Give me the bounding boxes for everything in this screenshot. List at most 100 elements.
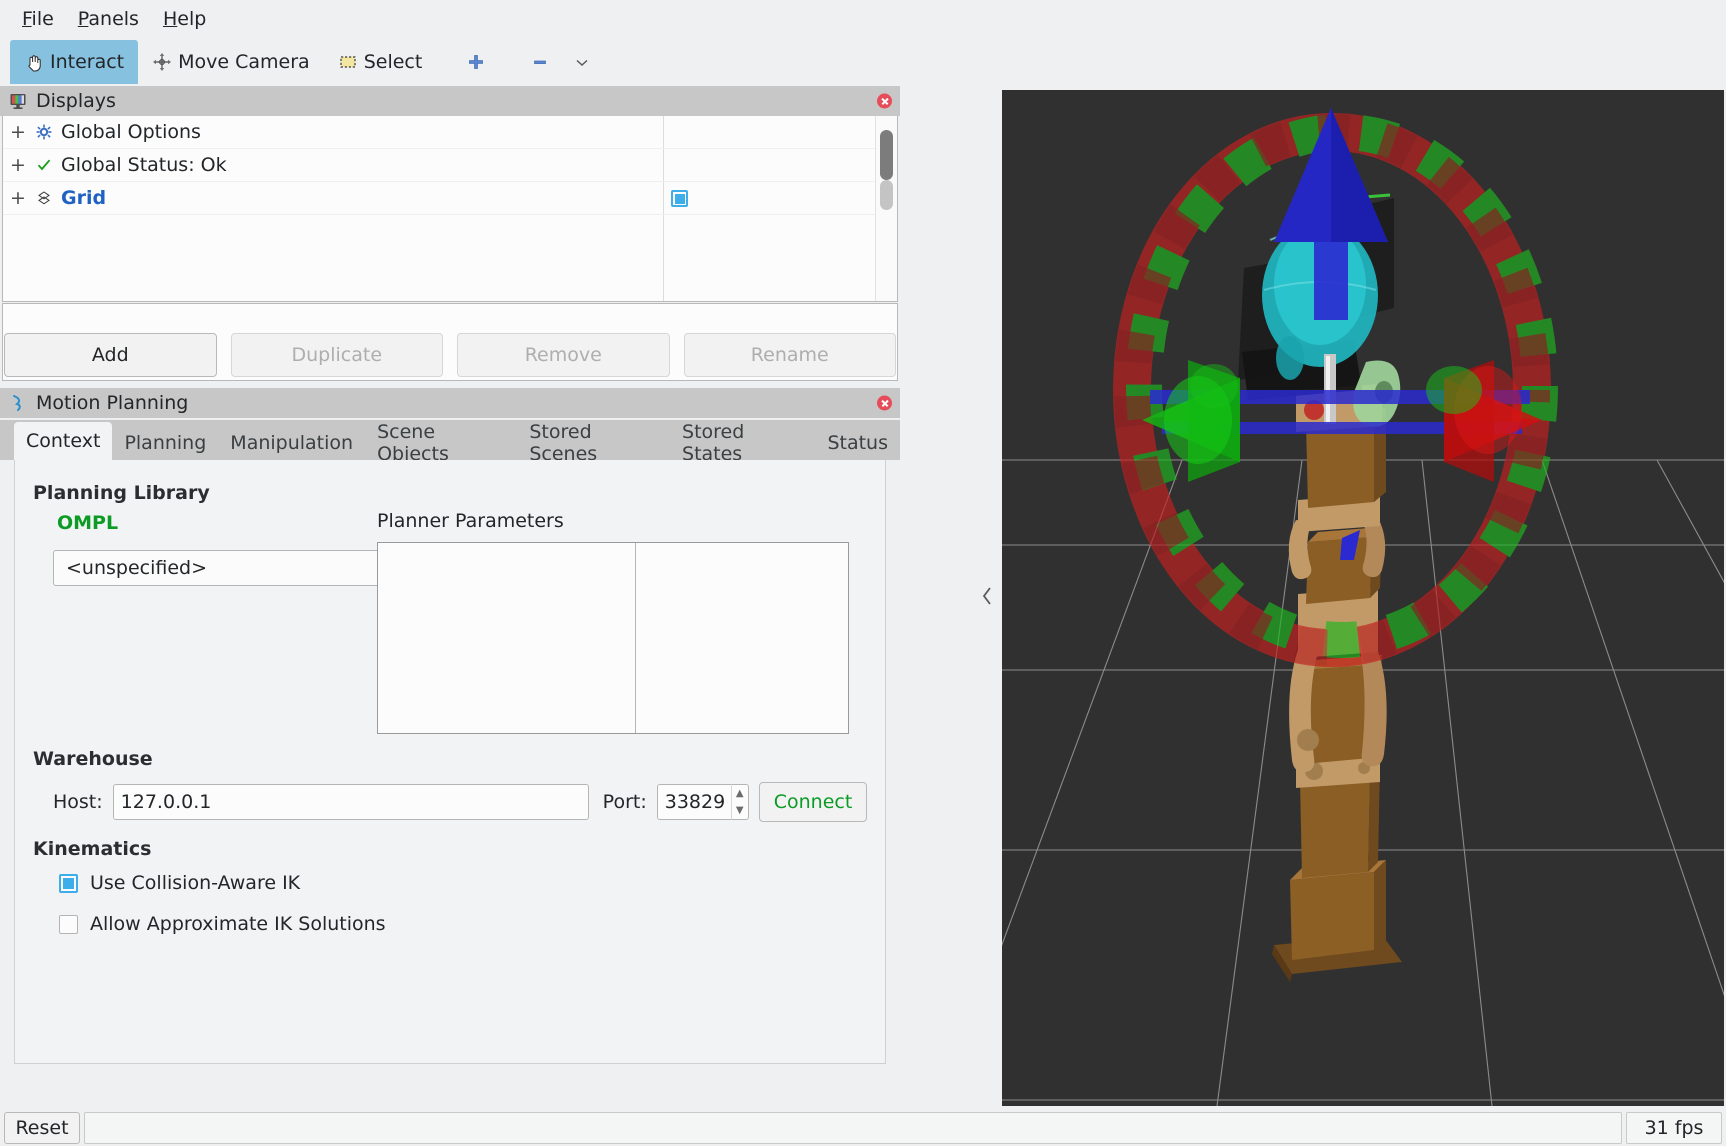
displays-tree-rows: + Global Options + Global Status: Ok + G… [3,116,875,301]
select-tool-button[interactable]: Select [324,40,437,84]
select-rectangle-icon [338,52,358,72]
menu-file-label: ile [31,7,54,30]
3d-viewport[interactable] [1002,90,1724,1106]
ompl-label: OMPL [57,512,119,534]
fps-indicator: 31 fps [1626,1112,1722,1144]
menu-help[interactable]: Help [151,6,218,33]
menu-help-label: elp [177,7,207,30]
grid-icon [33,190,55,206]
remove-tool-button[interactable] [516,40,564,84]
status-bar: Reset 31 fps [0,1110,1726,1146]
minus-icon [530,52,550,72]
tree-row-label: Global Status: Ok [61,154,227,176]
planner-select[interactable]: <unspecified> [53,550,405,586]
close-icon[interactable] [877,395,892,411]
kinematics-label: Kinematics [33,838,152,860]
host-input[interactable] [112,784,589,820]
planning-library-label: Planning Library [33,482,210,504]
tree-row-label: Grid [61,187,107,209]
remove-display-button[interactable]: Remove [457,333,670,377]
port-stepper[interactable]: ▲ ▼ [656,784,749,820]
allow-approximate-ik-label: Allow Approximate IK Solutions [90,913,386,935]
expander-toggle[interactable]: + [3,187,33,209]
warehouse-label: Warehouse [33,748,153,770]
tree-row[interactable]: + Grid [3,182,875,215]
expander-toggle[interactable]: + [3,121,33,143]
select-tool-label: Select [363,51,423,73]
motion-planning-panel: Motion Planning Context Planning Manipul… [0,388,900,1064]
move-camera-tool-label: Move Camera [178,51,310,73]
use-collision-aware-ik-checkbox[interactable] [59,873,78,893]
scrollbar-track-lower[interactable] [880,180,893,210]
motion-planning-tabbar: Context Planning Manipulation Scene Obje… [0,420,900,465]
tab-stored-states[interactable]: Stored States [670,421,816,465]
collapse-left-panel-handle[interactable] [972,90,1002,1106]
displays-tree-scrollbar[interactable] [875,116,897,301]
spin-down-icon[interactable]: ▼ [732,802,748,819]
check-icon [33,157,55,173]
host-label: Host: [53,791,103,813]
tree-row[interactable]: + Global Options [3,116,875,149]
planner-parameters-label: Planner Parameters [377,510,564,532]
monitor-icon [8,91,28,111]
spin-up-icon[interactable]: ▲ [732,785,748,802]
tree-row-label: Global Options [61,121,201,143]
status-message [84,1112,1622,1144]
planner-parameters-name-column [378,543,636,733]
gear-icon [33,124,55,140]
use-collision-aware-ik-label: Use Collision-Aware IK [90,872,301,894]
use-collision-aware-ik-row[interactable]: Use Collision-Aware IK [59,872,300,894]
moveit-icon [8,393,28,413]
planner-parameters-value-column [636,543,848,733]
move-camera-tool-button[interactable]: Move Camera [138,40,324,84]
tool-bar: Interact Move Camera Select [0,38,1726,86]
grid-enabled-checkbox[interactable] [671,182,688,215]
expander-toggle[interactable]: + [3,154,33,176]
warehouse-connection-row: Host: Port: ▲ ▼ Connect [53,782,868,822]
menu-panels[interactable]: Panels [66,6,151,33]
chevron-down-icon [572,52,592,72]
displays-panel: Displays + Global Options + Global Statu… [0,86,900,381]
plus-icon [466,52,486,72]
context-tab-page: Planning Library OMPL <unspecified> Plan… [14,460,886,1064]
allow-approximate-ik-checkbox[interactable] [59,914,78,934]
tab-stored-scenes[interactable]: Stored Scenes [517,421,671,465]
chevron-left-icon [980,584,994,613]
reset-button[interactable]: Reset [4,1112,80,1144]
viewport-scene [1002,90,1724,1106]
motion-planning-titlebar: Motion Planning [0,388,900,418]
tree-row[interactable]: + Global Status: Ok [3,149,875,182]
add-display-button[interactable]: Add [4,333,217,377]
checkbox-checked-icon [671,190,688,207]
hand-cursor-icon [24,52,44,72]
move-camera-icon [152,52,172,72]
scrollbar-thumb[interactable] [880,130,893,180]
tab-context[interactable]: Context [14,422,113,460]
menu-panels-label: anels [88,7,139,30]
motion-planning-title: Motion Planning [36,392,189,414]
port-input[interactable] [656,784,731,820]
displays-tree[interactable]: + Global Options + Global Status: Ok + G… [2,116,898,302]
tab-planning[interactable]: Planning [112,426,219,460]
tab-manipulation[interactable]: Manipulation [218,426,366,460]
tab-status[interactable]: Status [815,426,900,460]
planner-parameters-table[interactable] [377,542,849,734]
rename-display-button[interactable]: Rename [683,333,896,377]
interact-tool-label: Interact [50,51,125,73]
allow-approximate-ik-row[interactable]: Allow Approximate IK Solutions [59,913,386,935]
port-spin-buttons[interactable]: ▲ ▼ [730,784,749,820]
duplicate-display-button[interactable]: Duplicate [230,333,443,377]
connect-button[interactable]: Connect [758,782,868,822]
port-label: Port: [602,791,647,813]
rviz-window: File Panels Help Interact Move Camera Se… [0,0,1726,1146]
toolbar-overflow-button[interactable] [564,40,600,84]
displays-panel-title: Displays [36,90,116,112]
close-icon[interactable] [877,93,892,109]
add-tool-button[interactable] [452,40,500,84]
displays-panel-titlebar: Displays [0,86,900,116]
interact-tool-button[interactable]: Interact [10,40,139,84]
displays-button-row: Add Duplicate Remove Rename [0,333,900,377]
menu-bar: File Panels Help [0,0,1726,38]
menu-file[interactable]: File [10,6,66,33]
tab-scene-objects[interactable]: Scene Objects [365,421,518,465]
